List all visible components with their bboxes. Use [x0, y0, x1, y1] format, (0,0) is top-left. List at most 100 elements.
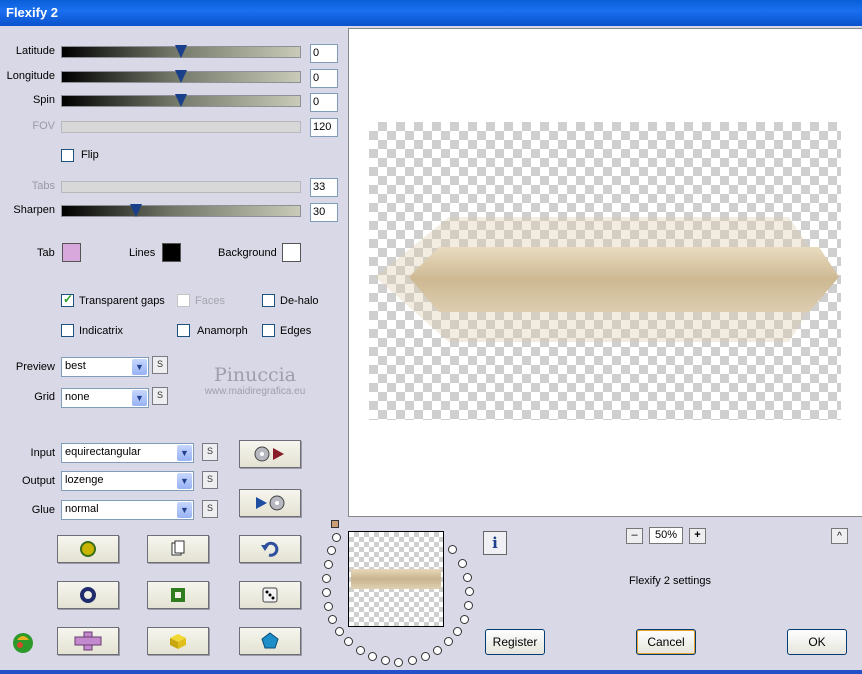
cancel-button[interactable]: Cancel — [636, 629, 696, 655]
grid-select[interactable]: none ▼ — [61, 388, 149, 408]
longitude-value[interactable]: 0 — [310, 69, 338, 88]
tabs-label: Tabs — [31, 180, 55, 192]
dice-button[interactable] — [239, 581, 301, 609]
de-halo-checkbox[interactable] — [262, 294, 275, 307]
ok-button[interactable]: OK — [787, 629, 847, 655]
settings-label: Flexify 2 settings — [629, 575, 711, 587]
zoom-in-button[interactable]: + — [689, 528, 706, 544]
output-label: Output — [21, 475, 55, 487]
chevron-down-icon[interactable]: ▼ — [177, 473, 192, 489]
fov-value: 120 — [310, 118, 338, 137]
latitude-slider[interactable] — [61, 45, 301, 58]
preview-value: best — [65, 360, 86, 372]
sharpen-label: Sharpen — [13, 204, 55, 216]
spin-value[interactable]: 0 — [310, 93, 338, 112]
randomize-button[interactable] — [57, 535, 119, 563]
longitude-slider[interactable] — [61, 70, 301, 83]
transparent-gaps-label: Transparent gaps — [79, 295, 165, 307]
disc-play-icon — [254, 446, 284, 462]
anamorph-checkbox[interactable] — [177, 324, 190, 337]
de-halo-label: De-halo — [280, 295, 319, 307]
ring-icon — [80, 587, 96, 603]
indicatrix-checkbox[interactable] — [61, 324, 74, 337]
tab-color-swatch[interactable] — [62, 243, 81, 262]
preview-label: Preview — [15, 361, 55, 373]
grid-s-button[interactable]: S — [152, 387, 168, 405]
slider-thumb[interactable] — [129, 204, 142, 217]
watermark-name: Pinuccia — [213, 364, 297, 386]
zoom-level: 50% — [649, 527, 683, 544]
chevron-down-icon[interactable]: ▼ — [177, 445, 192, 461]
chevron-down-icon[interactable]: ▼ — [177, 502, 192, 518]
preview-s-button[interactable]: S — [152, 356, 168, 374]
pentagon-button[interactable] — [239, 627, 301, 655]
preview-select[interactable]: best ▼ — [61, 357, 149, 377]
chevron-down-icon[interactable]: ▼ — [132, 359, 147, 375]
flip-label: Flip — [81, 149, 99, 161]
input-select[interactable]: equirectangular ▼ — [61, 443, 194, 463]
indicatrix-label: Indicatrix — [79, 325, 124, 337]
undo-icon — [261, 541, 279, 557]
sharpen-value[interactable]: 30 — [310, 203, 338, 222]
tabs-value: 33 — [310, 178, 338, 197]
output-value: lozenge — [65, 474, 104, 486]
slider-thumb[interactable] — [175, 45, 187, 58]
ring-button[interactable] — [57, 581, 119, 609]
output-select[interactable]: lozenge ▼ — [61, 471, 194, 491]
grid-value: none — [65, 391, 90, 403]
globe-icon — [80, 541, 96, 557]
sharpen-slider[interactable] — [61, 204, 301, 217]
spin-slider[interactable] — [61, 94, 301, 107]
copy-button[interactable] — [147, 535, 209, 563]
window-bottom-border — [0, 670, 862, 674]
copy-icon — [171, 540, 185, 556]
lines-color-label: Lines — [129, 247, 156, 259]
frame-button[interactable] — [147, 581, 209, 609]
info-button[interactable]: i — [483, 531, 507, 555]
pentagon-icon — [261, 632, 279, 649]
input-label: Input — [30, 447, 55, 459]
glue-select[interactable]: normal ▼ — [61, 500, 194, 520]
input-value: equirectangular — [65, 446, 141, 458]
latitude-value[interactable]: 0 — [310, 44, 338, 63]
undo-button[interactable] — [239, 535, 301, 563]
background-color-swatch[interactable] — [282, 243, 301, 262]
flexify-logo-icon — [13, 633, 33, 653]
convert-input-button[interactable] — [239, 440, 301, 468]
output-s-button[interactable]: S — [202, 471, 218, 489]
register-button[interactable]: Register — [485, 629, 545, 655]
fov-label: FOV — [32, 120, 55, 132]
ring-handle[interactable] — [331, 520, 339, 528]
slider-thumb[interactable] — [175, 94, 187, 107]
lines-color-swatch[interactable] — [162, 243, 181, 262]
thumbnail-image — [351, 569, 441, 589]
glue-label: Glue — [31, 504, 55, 516]
cross-icon — [74, 631, 102, 651]
tabs-slider — [61, 181, 301, 193]
chevron-down-icon[interactable]: ▼ — [132, 390, 147, 406]
dice-icon — [262, 587, 278, 603]
convert-output-button[interactable] — [239, 489, 301, 517]
cross-button[interactable] — [57, 627, 119, 655]
background-color-label: Background — [218, 247, 277, 259]
collapse-button[interactable]: ^ — [831, 528, 848, 544]
glue-value: normal — [65, 503, 99, 515]
zoom-out-button[interactable]: – — [626, 528, 643, 544]
slider-thumb[interactable] — [175, 70, 187, 83]
window-title: Flexify 2 — [6, 5, 59, 20]
transparent-gaps-checkbox[interactable]: ✓ — [61, 292, 74, 307]
edges-checkbox[interactable] — [262, 324, 275, 337]
block-button[interactable] — [147, 627, 209, 655]
input-s-button[interactable]: S — [202, 443, 218, 461]
faces-checkbox — [177, 294, 190, 307]
fov-slider — [61, 121, 301, 133]
anamorph-label: Anamorph — [197, 325, 248, 337]
preview-canvas[interactable] — [348, 28, 862, 517]
thumbnail-preview[interactable] — [348, 531, 444, 627]
faces-label: Faces — [195, 295, 225, 307]
flip-checkbox[interactable] — [61, 149, 74, 162]
glue-s-button[interactable]: S — [202, 500, 218, 518]
tab-color-label: Tab — [37, 247, 55, 259]
play-disc-icon — [256, 495, 285, 511]
edges-label: Edges — [280, 325, 312, 337]
